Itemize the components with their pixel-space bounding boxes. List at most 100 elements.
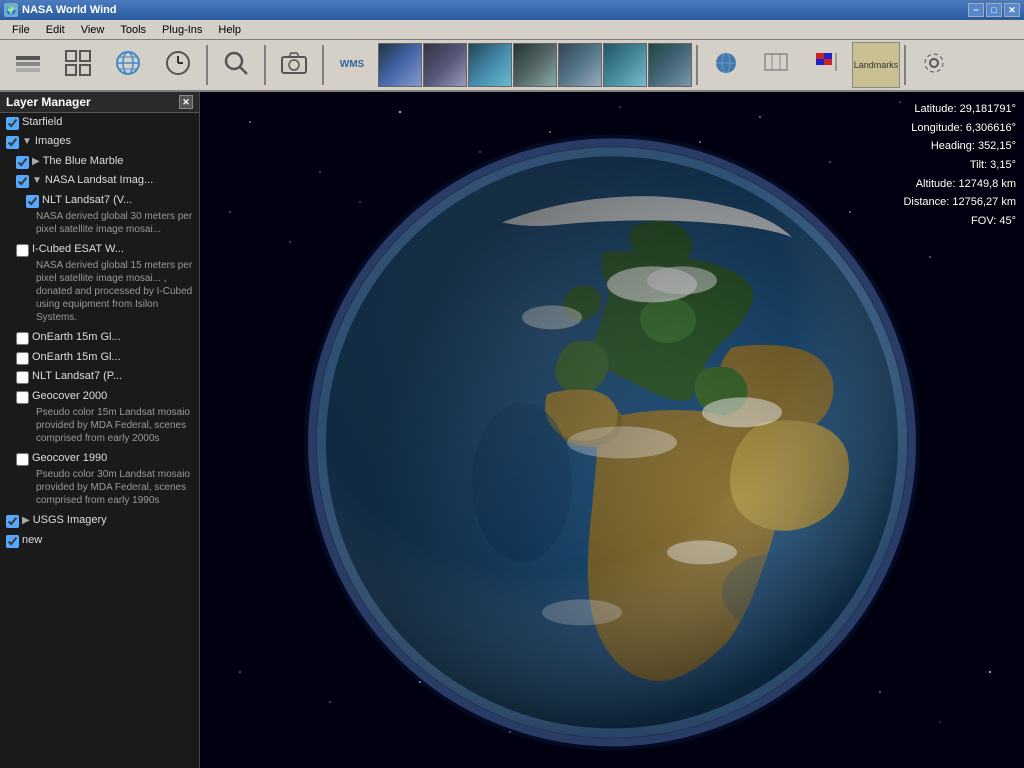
camera-icon — [279, 48, 309, 82]
fov-display: FOV: 45° — [903, 212, 1016, 231]
tilt-display: Tilt: 3,15° — [903, 156, 1016, 175]
wms-btn[interactable]: WMS — [328, 42, 376, 88]
layer-thumb-2[interactable] — [423, 43, 467, 87]
layer-item-nlt-landsat7[interactable]: NLT Landsat7 (V... — [0, 191, 199, 210]
layer-thumb-4[interactable] — [513, 43, 557, 87]
layer-item-blue-marble[interactable]: ▶ The Blue Marble — [0, 152, 199, 171]
usgs-checkbox[interactable] — [6, 515, 19, 528]
earth-small-btn[interactable] — [702, 42, 750, 88]
map-btn[interactable] — [752, 42, 800, 88]
nasa-landsat-checkbox[interactable] — [16, 175, 29, 188]
layer-thumbnails — [378, 43, 692, 87]
layer-item-onearth2[interactable]: OnEarth 15m Gl... — [0, 348, 199, 367]
settings-icon — [920, 49, 948, 81]
usgs-expand-icon[interactable]: ▶ — [22, 514, 30, 528]
onearth2-label: OnEarth 15m Gl... — [32, 350, 121, 365]
starfield-label: Starfield — [22, 115, 62, 130]
layer-item-geocover1990[interactable]: Geocover 1990 — [0, 449, 199, 468]
i-cubed-checkbox[interactable] — [16, 244, 29, 257]
onearth2-checkbox[interactable] — [16, 352, 29, 365]
starfield-checkbox[interactable] — [6, 117, 19, 130]
menu-view[interactable]: View — [73, 22, 113, 38]
nlt-landsat7-desc: NASA derived global 30 meters per pixel … — [0, 210, 199, 240]
layer-item-nlt-p[interactable]: NLT Landsat7 (P... — [0, 367, 199, 386]
flags-icon — [812, 49, 840, 81]
map-icon — [762, 49, 790, 81]
landmarks-label: Landmarks — [854, 60, 899, 71]
layer-manager-title: Layer Manager — [6, 95, 91, 109]
layers-btn[interactable] — [4, 42, 52, 88]
layer-thumb-3[interactable] — [468, 43, 512, 87]
landmarks-btn[interactable]: Landmarks — [852, 42, 900, 88]
nasa-landsat-expand-icon[interactable]: ▼ — [32, 174, 42, 188]
i-cubed-desc: NASA derived global 15 meters per pixel … — [0, 259, 199, 328]
layer-manager-close-button[interactable]: ✕ — [179, 95, 193, 109]
usgs-label: USGS Imagery — [33, 513, 107, 528]
geocover1990-checkbox[interactable] — [16, 453, 29, 466]
layer-manager-header: Layer Manager ✕ — [0, 92, 199, 113]
layer-thumb-7[interactable] — [648, 43, 692, 87]
layer-thumb-6[interactable] — [603, 43, 647, 87]
nlt-p-checkbox[interactable] — [16, 371, 29, 384]
camera-btn[interactable] — [270, 42, 318, 88]
layer-item-images[interactable]: ▼ Images — [0, 132, 199, 151]
nlt-landsat7-checkbox[interactable] — [26, 195, 39, 208]
layer-item-geocover2000[interactable]: Geocover 2000 — [0, 387, 199, 406]
blue-marble-label: The Blue Marble — [43, 154, 124, 169]
nlt-p-label: NLT Landsat7 (P... — [32, 369, 122, 384]
search-icon — [221, 48, 251, 82]
nlt-landsat7-label: NLT Landsat7 (V... — [42, 193, 132, 208]
globe-btn[interactable] — [104, 42, 152, 88]
new-checkbox[interactable] — [6, 535, 19, 548]
blue-marble-expand-icon[interactable]: ▶ — [32, 155, 40, 169]
toolbar: WMS Landmarks — [0, 40, 1024, 92]
window-controls: − □ ✕ — [968, 3, 1020, 17]
images-checkbox[interactable] — [6, 136, 19, 149]
grid-icon — [63, 48, 93, 82]
nasa-landsat-label: NASA Landsat Imag... — [45, 173, 153, 188]
layers-icon — [13, 48, 43, 82]
settings-btn[interactable] — [910, 42, 958, 88]
info-overlay: Latitude: 29,181791° Longitude: 6,306616… — [903, 100, 1016, 231]
menu-file[interactable]: File — [4, 22, 38, 38]
menu-help[interactable]: Help — [210, 22, 249, 38]
menu-tools[interactable]: Tools — [112, 22, 154, 38]
layer-item-usgs[interactable]: ▶ USGS Imagery — [0, 511, 199, 530]
blue-marble-checkbox[interactable] — [16, 156, 29, 169]
menu-edit[interactable]: Edit — [38, 22, 73, 38]
geocover2000-checkbox[interactable] — [16, 391, 29, 404]
onearth1-checkbox[interactable] — [16, 332, 29, 345]
layer-item-i-cubed[interactable]: I-Cubed ESAT W... — [0, 240, 199, 259]
layer-item-nasa-landsat[interactable]: ▼ NASA Landsat Imag... — [0, 171, 199, 190]
geocover1990-label: Geocover 1990 — [32, 451, 107, 466]
layer-item-new[interactable]: new — [0, 531, 199, 550]
longitude-display: Longitude: 6,306616° — [903, 119, 1016, 138]
earth-small-icon — [712, 49, 740, 81]
layer-item-onearth1[interactable]: OnEarth 15m Gl... — [0, 328, 199, 347]
close-button[interactable]: ✕ — [1004, 3, 1020, 17]
maximize-button[interactable]: □ — [986, 3, 1002, 17]
title-bar: 🌍 NASA World Wind − □ ✕ — [0, 0, 1024, 20]
clock-btn[interactable] — [154, 42, 202, 88]
new-label: new — [22, 533, 42, 548]
menu-bar: File Edit View Tools Plug-Ins Help — [0, 20, 1024, 40]
menu-plugins[interactable]: Plug-Ins — [154, 22, 210, 38]
toolbar-separator-5 — [904, 45, 906, 85]
images-expand-icon[interactable]: ▼ — [22, 135, 32, 149]
toolbar-separator-1 — [206, 45, 208, 85]
geocover2000-desc: Pseudo color 15m Landsat mosaio provided… — [0, 406, 199, 449]
altitude-display: Altitude: 12749,8 km — [903, 175, 1016, 194]
flags-btn[interactable] — [802, 42, 850, 88]
minimize-button[interactable]: − — [968, 3, 984, 17]
latitude-display: Latitude: 29,181791° — [903, 100, 1016, 119]
globe-viewport[interactable]: Latitude: 29,181791° Longitude: 6,306616… — [200, 92, 1024, 768]
toolbar-separator-4 — [696, 45, 698, 85]
layer-thumb-1[interactable] — [378, 43, 422, 87]
search-btn[interactable] — [212, 42, 260, 88]
images-label: Images — [35, 134, 71, 149]
layer-item-starfield[interactable]: Starfield — [0, 113, 199, 132]
layer-thumb-5[interactable] — [558, 43, 602, 87]
grid-btn[interactable] — [54, 42, 102, 88]
geocover2000-label: Geocover 2000 — [32, 389, 107, 404]
app-title: NASA World Wind — [22, 4, 117, 16]
